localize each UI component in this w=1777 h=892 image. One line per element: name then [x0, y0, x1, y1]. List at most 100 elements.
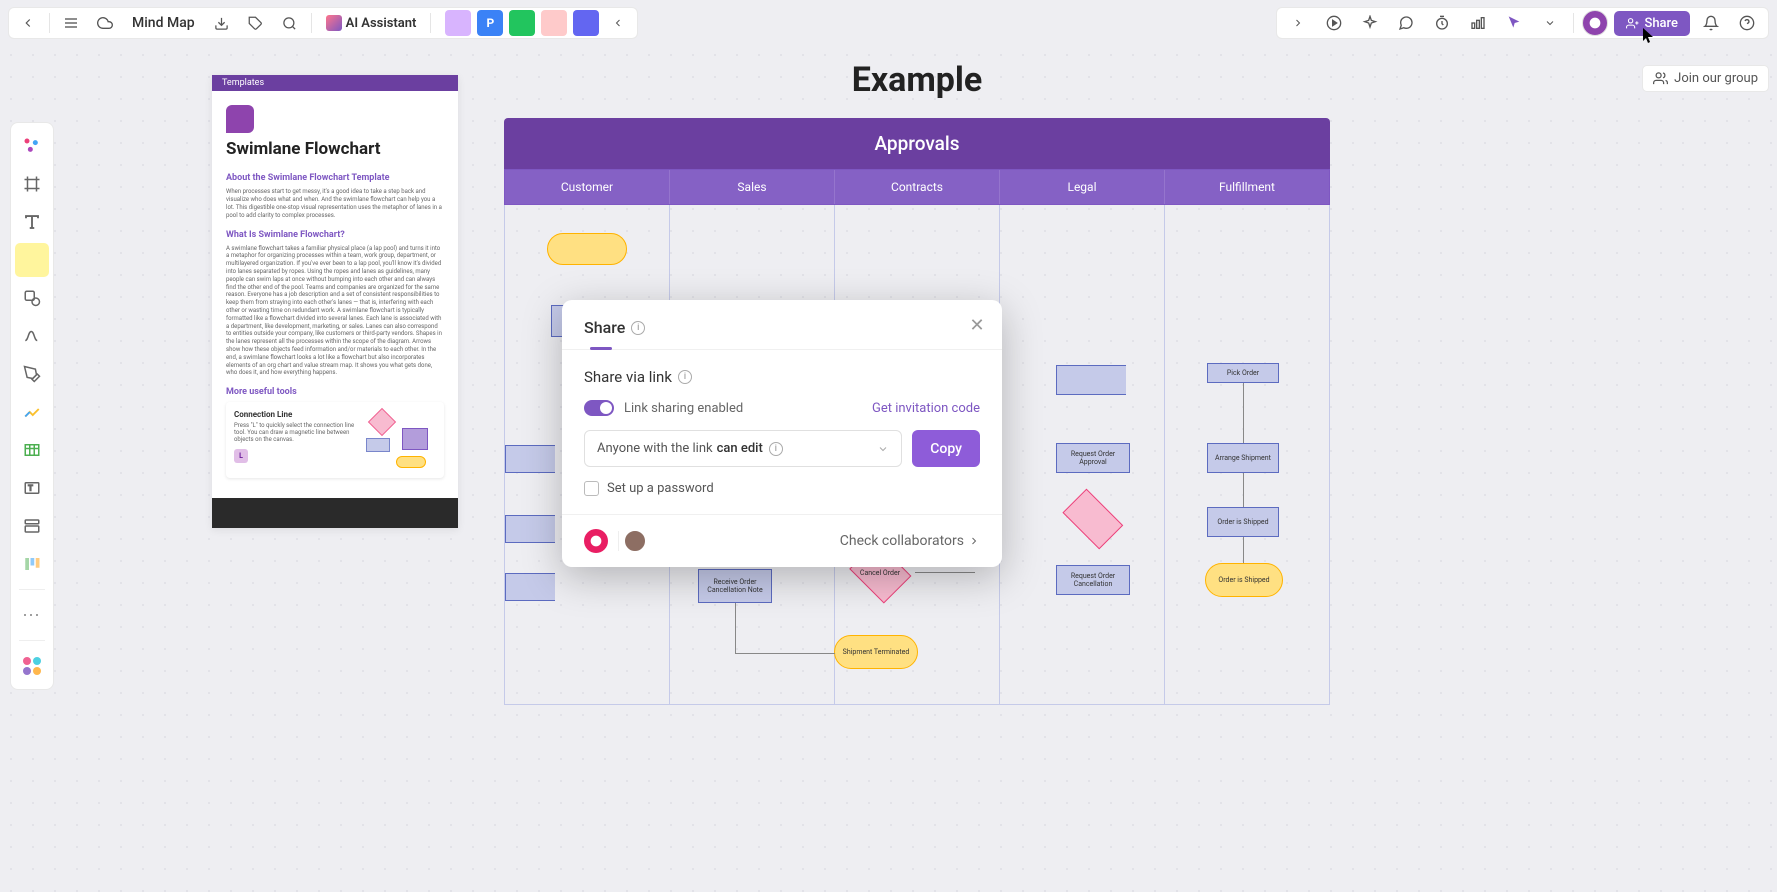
chart-button[interactable]	[1463, 10, 1493, 36]
node-pick[interactable]: Pick Order	[1207, 363, 1279, 383]
dock-collapse[interactable]	[603, 10, 633, 36]
sparkle-button[interactable]	[1355, 10, 1385, 36]
info-icon-2[interactable]: i	[678, 370, 692, 384]
template-logo	[226, 105, 254, 133]
perm-value: can edit	[717, 441, 763, 456]
apps-button[interactable]	[15, 649, 49, 683]
lane-legal: Request Order Approval Request Order Can…	[1000, 205, 1165, 704]
select-tool[interactable]	[15, 129, 49, 163]
lane-fulfillment: Pick Order Arrange Shipment Order is Shi…	[1165, 205, 1329, 704]
shape-tool[interactable]	[15, 281, 49, 315]
connector-tool[interactable]	[15, 319, 49, 353]
tag-button[interactable]	[241, 10, 271, 36]
lane-header-customer: Customer	[505, 170, 670, 204]
about-heading: About the Swimlane Flowchart Template	[226, 173, 444, 183]
highlighter-tool[interactable]	[15, 395, 49, 429]
back-button[interactable]	[13, 10, 43, 36]
notifications-button[interactable]	[1696, 10, 1726, 36]
modal-footer: Check collaborators	[562, 514, 1002, 567]
timer-button[interactable]	[1427, 10, 1457, 36]
chevron-down-icon	[877, 443, 889, 455]
node-arrange[interactable]: Arrange Shipment	[1207, 443, 1279, 473]
cursor-button[interactable]	[1499, 10, 1529, 36]
toolbar-left-group: Mind Map AI Assistant P	[8, 7, 638, 39]
dock-app-4[interactable]	[541, 10, 567, 36]
node-partial-2[interactable]	[505, 515, 555, 543]
node-partial-3[interactable]	[505, 573, 555, 601]
document-title[interactable]: Mind Map	[124, 15, 203, 31]
swimlane-header: Approvals	[504, 118, 1330, 169]
group-icon	[1653, 71, 1668, 86]
svg-text:T: T	[28, 483, 33, 492]
info-icon[interactable]: i	[631, 321, 645, 335]
textbox-tool[interactable]: T	[15, 471, 49, 505]
lane-header-contracts: Contracts	[835, 170, 1000, 204]
lane-header-fulfillment: Fulfillment	[1165, 170, 1329, 204]
pen-tool[interactable]	[15, 357, 49, 391]
node-shipped[interactable]: Order is Shipped	[1207, 507, 1279, 537]
lane-header-sales: Sales	[670, 170, 835, 204]
copy-button[interactable]: Copy	[912, 430, 980, 467]
node-start[interactable]	[547, 233, 627, 265]
collaborator-avatar-1[interactable]	[584, 529, 608, 553]
more-tools[interactable]: ⋯	[15, 598, 49, 632]
ai-label: AI Assistant	[346, 16, 417, 31]
sticky-note-tool[interactable]	[15, 243, 49, 277]
node-legal-diamond[interactable]	[1056, 495, 1130, 543]
join-group-button[interactable]: Join our group	[1642, 65, 1769, 92]
top-toolbar: Mind Map AI Assistant P Shar	[8, 7, 1769, 39]
modal-title: Share	[584, 318, 625, 337]
lane-headers: Customer Sales Contracts Legal Fulfillme…	[504, 169, 1330, 205]
node-legal-1[interactable]	[1056, 365, 1126, 395]
ai-icon	[326, 15, 342, 31]
node-receive-cancel[interactable]: Receive Order Cancellation Note	[698, 569, 772, 603]
template-info-card: Templates Swimlane Flowchart About the S…	[212, 75, 458, 528]
lane-header-legal: Legal	[1000, 170, 1165, 204]
dock-app-5[interactable]	[573, 10, 599, 36]
chevron-right-icon	[968, 535, 980, 547]
dock-app-3[interactable]	[509, 10, 535, 36]
integration-dock: P	[445, 10, 599, 36]
get-invitation-code[interactable]: Get invitation code	[872, 401, 980, 416]
template-title: Swimlane Flowchart	[226, 139, 444, 159]
board-title: Example	[504, 60, 1330, 100]
text-tool[interactable]	[15, 205, 49, 239]
join-group-label: Join our group	[1674, 71, 1758, 86]
dock-app-2[interactable]: P	[477, 10, 503, 36]
kanban-tool[interactable]	[15, 547, 49, 581]
help-button[interactable]	[1732, 10, 1762, 36]
expand-right[interactable]	[1283, 10, 1313, 36]
comment-button[interactable]	[1391, 10, 1421, 36]
card-tool[interactable]	[15, 509, 49, 543]
table-tool[interactable]	[15, 433, 49, 467]
dock-app-1[interactable]	[445, 10, 471, 36]
template-footer	[212, 498, 458, 528]
ai-assistant-button[interactable]: AI Assistant	[318, 15, 425, 31]
perm-prefix: Anyone with the link	[597, 441, 713, 456]
frame-tool[interactable]	[15, 167, 49, 201]
node-order-shipped[interactable]: Order is Shipped	[1205, 563, 1283, 597]
check-collaborators[interactable]: Check collaborators	[840, 533, 980, 549]
node-req-approval[interactable]: Request Order Approval	[1056, 443, 1130, 473]
password-checkbox[interactable]	[584, 481, 599, 496]
info-icon-3: i	[769, 442, 783, 456]
about-text: When processes start to get messy, it's …	[226, 188, 444, 219]
close-button[interactable]: ✕	[966, 314, 988, 336]
collaborator-avatar-2[interactable]	[623, 529, 647, 553]
search-button[interactable]	[275, 10, 305, 36]
mouse-cursor	[1643, 28, 1655, 40]
permission-selector[interactable]: Anyone with the link can edit i	[584, 430, 902, 467]
modal-header: Share i ✕	[562, 300, 1002, 350]
toolbar-right-group: Share	[1276, 7, 1769, 39]
what-text: A swimlane flowchart takes a familiar ph…	[226, 245, 444, 378]
conn-text: Press "L" to quickly select the connecti…	[234, 422, 358, 443]
more-dropdown[interactable]	[1535, 10, 1565, 36]
menu-button[interactable]	[56, 10, 86, 36]
play-button[interactable]	[1319, 10, 1349, 36]
link-sharing-toggle[interactable]	[584, 400, 614, 416]
export-button[interactable]	[207, 10, 237, 36]
node-req-cancel[interactable]: Request Order Cancellation	[1056, 565, 1130, 595]
node-partial-1[interactable]	[505, 445, 555, 473]
user-avatar[interactable]	[1582, 10, 1608, 36]
mini-diagram	[366, 410, 436, 470]
